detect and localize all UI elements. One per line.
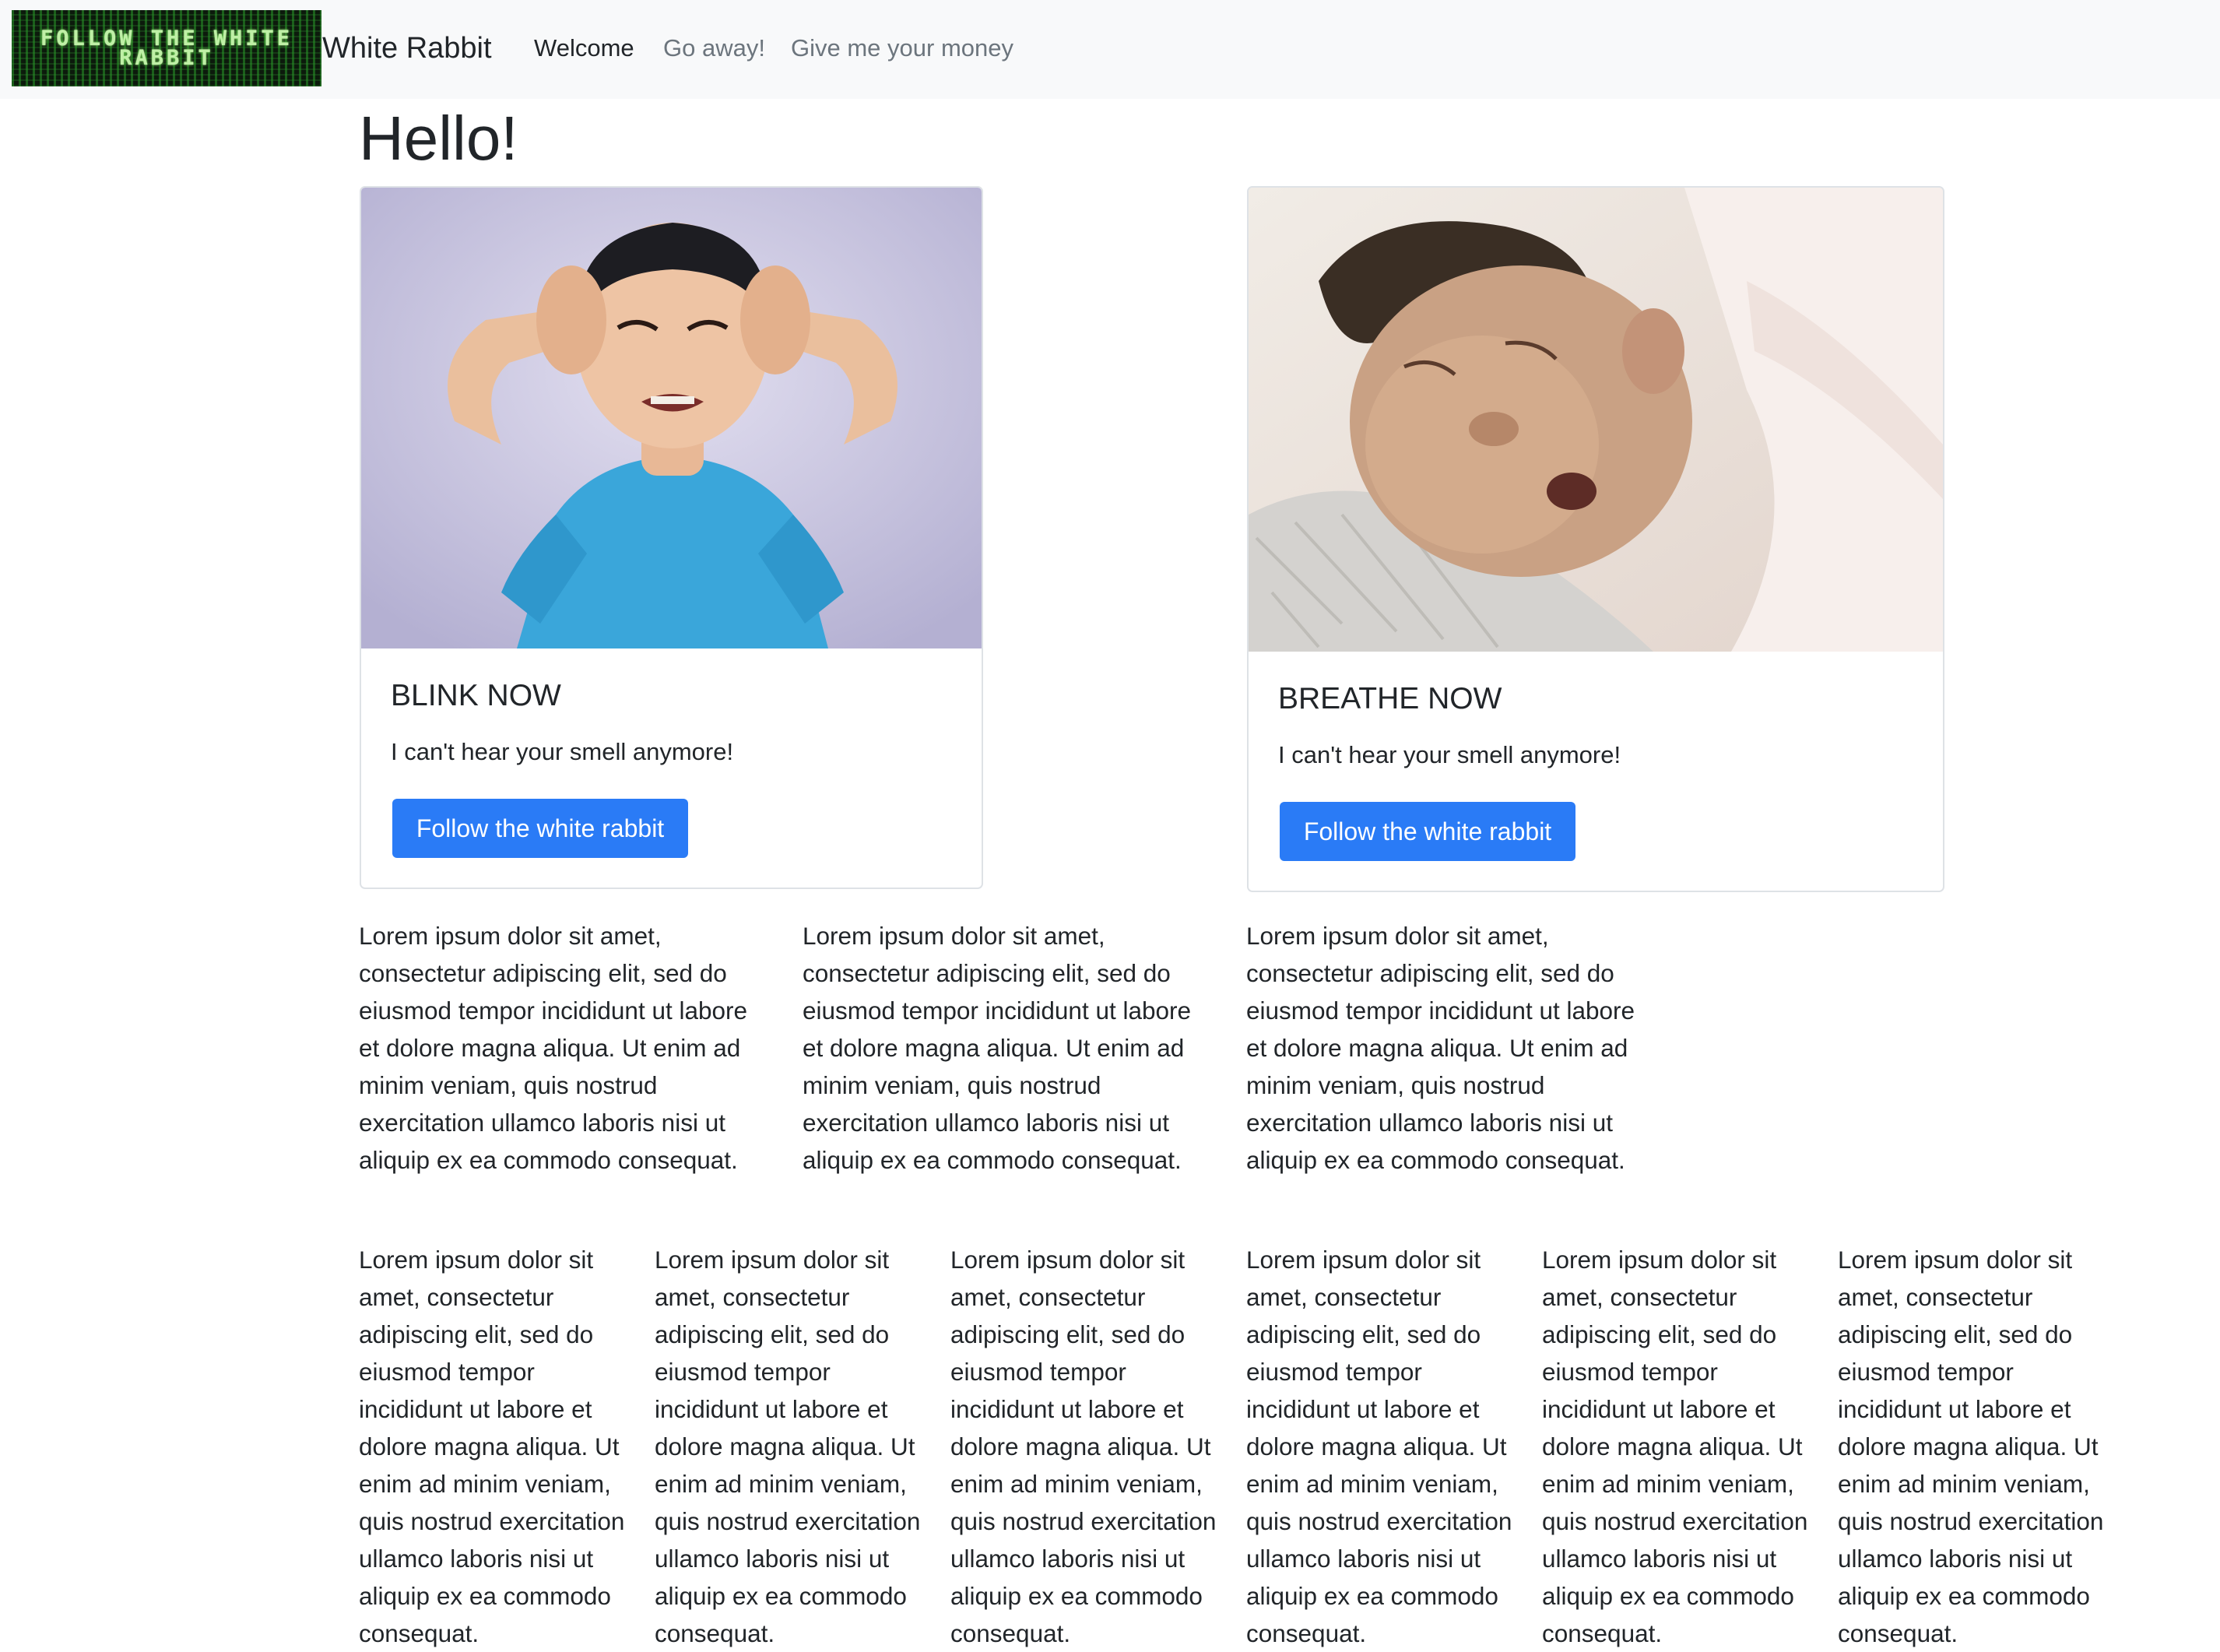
card-blink-now: BLINK NOW I can't hear your smell anymor… (360, 186, 983, 889)
lorem-paragraph: Lorem ipsum dolor sit amet, consectetur … (1246, 1246, 1512, 1647)
card-image-sleeping-baby (1249, 188, 1943, 652)
card-text: I can't hear your smell anymore! (1278, 741, 1621, 768)
card-title: BREATHE NOW (1278, 682, 1502, 715)
nav-link-go-away[interactable]: Go away! (663, 31, 765, 65)
nav-link-give-me-your-money[interactable]: Give me your money (791, 31, 1013, 65)
card-title: BLINK NOW (391, 679, 561, 712)
lorem-paragraph: Lorem ipsum dolor sit amet, consectetur … (1838, 1246, 2104, 1647)
logo-text: FOLLOW THE WHITE RABBIT (40, 26, 293, 70)
page-title: Hello! (359, 104, 518, 173)
lorem-paragraph: Lorem ipsum dolor sit amet, consectetur … (1246, 922, 1635, 1174)
navbar: FOLLOW THE WHITE RABBIT White Rabbit Wel… (0, 0, 2220, 99)
card-text: I can't hear your smell anymore! (391, 738, 734, 765)
sleeping-baby-image (1249, 188, 1943, 652)
brand-link[interactable]: White Rabbit (322, 28, 492, 69)
lorem-paragraph: Lorem ipsum dolor sit amet, consectetur … (359, 922, 748, 1174)
lorem-paragraph: Lorem ipsum dolor sit amet, consectetur … (1542, 1246, 1808, 1647)
lorem-paragraph: Lorem ipsum dolor sit amet, consectetur … (950, 1246, 1217, 1647)
lorem-paragraph: Lorem ipsum dolor sit amet, consectetur … (655, 1246, 921, 1647)
nav-link-welcome[interactable]: Welcome (534, 31, 634, 65)
follow-white-rabbit-button[interactable]: Follow the white rabbit (392, 799, 688, 858)
follow-white-rabbit-button[interactable]: Follow the white rabbit (1280, 802, 1575, 861)
card-image-boy-covering-ears (361, 188, 982, 648)
card-breathe-now: BREATHE NOW I can't hear your smell anym… (1247, 186, 1944, 892)
white-rabbit-logo[interactable]: FOLLOW THE WHITE RABBIT (12, 10, 321, 86)
boy-covering-ears-image (361, 188, 982, 648)
lorem-paragraph: Lorem ipsum dolor sit amet, consectetur … (803, 922, 1192, 1174)
lorem-paragraph: Lorem ipsum dolor sit amet, consectetur … (359, 1246, 625, 1647)
